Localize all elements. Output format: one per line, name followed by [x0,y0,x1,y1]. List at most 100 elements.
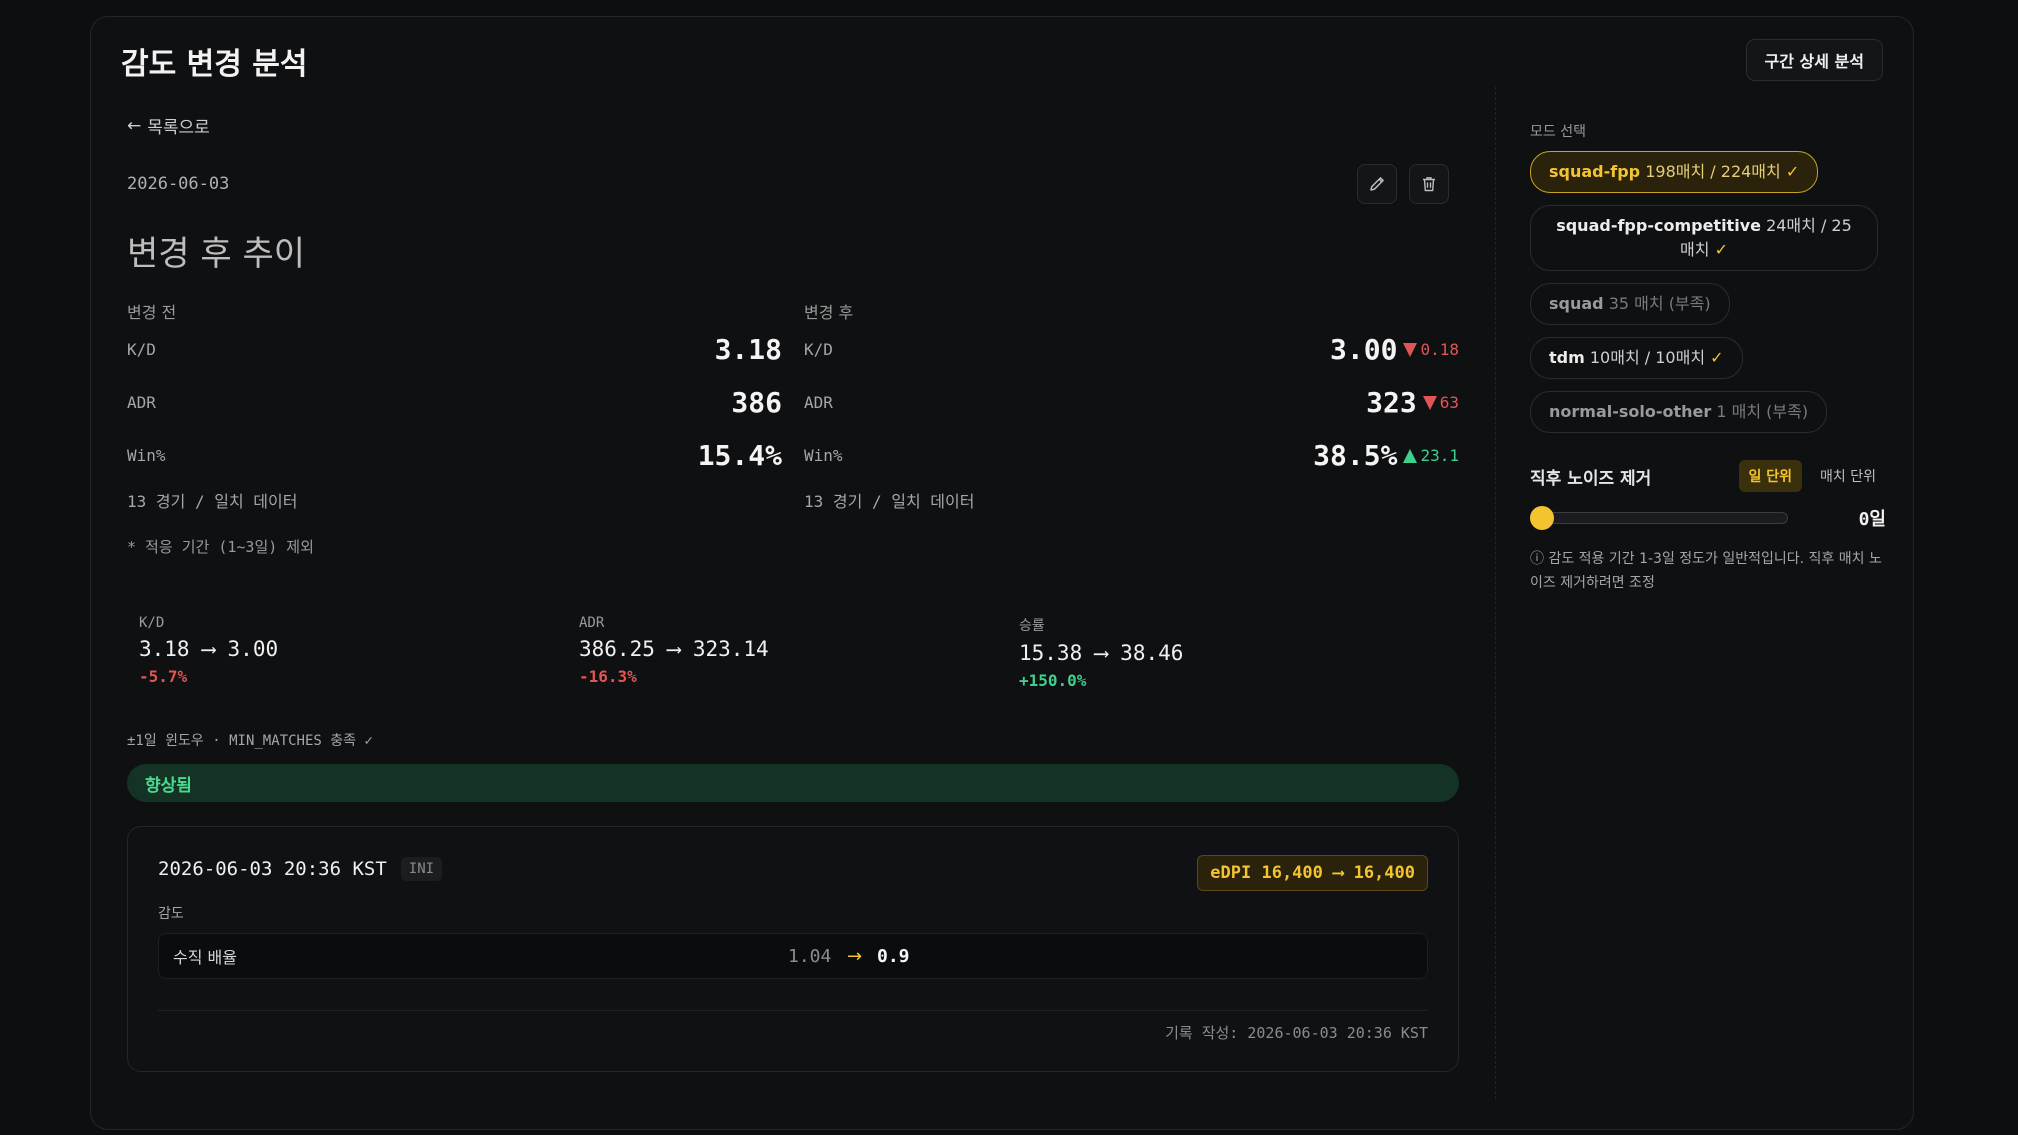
check-icon: ✓ [1785,162,1800,181]
tab-day-unit[interactable]: 일 단위 [1738,460,1803,492]
metric-value-group: 323 63 [1366,386,1459,419]
summary-pct: +150.0% [1019,671,1087,690]
check-icon: ✓ [1710,348,1724,367]
source-badge: INI [400,857,443,881]
arrow-left-icon: ← [127,115,142,136]
sensitivity-label: 감도 [158,906,184,922]
metric-value-group: 3.00 0.18 [1330,333,1459,366]
mode-chips: squad-fpp 198매치 / 224매치 ✓ squad-fpp-comp… [1530,151,1886,433]
noise-slider-thumb[interactable] [1530,506,1554,530]
noise-header: 직후 노이즈 제거 일 단위 매치 단위 [1530,460,1886,492]
after-metric-win: Win% 38.5% 23.1 [804,429,1459,482]
change-summary: K/D 3.18 ⟶ 3.00 -5.7% ADR 386.25 ⟶ 323.1… [127,615,1459,690]
summary-adr: ADR 386.25 ⟶ 323.14 -16.3% [579,615,1019,690]
trash-icon [1423,177,1435,192]
summary-to: 3.00 [227,637,279,661]
chip-name: squad [1549,294,1604,313]
summary-values: 15.38 ⟶ 38.46 [1019,641,1459,665]
chip-count: 1 매치 (부족) [1716,402,1809,421]
before-column: 변경 전 K/D 3.18 ADR 386 Win% 15.4% 13 경기 /… [127,299,782,512]
triangle-down-icon [1422,395,1437,410]
main-content: ← 목록으로 2026-06-03 변경 후 추이 변경 전 K/D 3.18 … [127,113,1459,1072]
back-label: 목록으로 [147,118,210,138]
before-games: 13 경기 / 일치 데이터 [127,492,298,511]
before-heading: 변경 전 [127,303,177,322]
adaptation-footnote: * 적응 기간 (1~3일) 제외 [127,538,314,556]
noise-slider-row: 0일 [1530,503,1886,533]
pencil-icon [1370,177,1384,191]
after-heading: 변경 후 [804,303,854,322]
record-date: 2026-06-03 [127,174,230,194]
summary-values: 3.18 ⟶ 3.00 [139,637,579,661]
change-card: 2026-06-03 20:36 KST INI eDPI 16,400 ⟶ 1… [127,826,1459,1072]
metric-value: 3.00 [1330,333,1398,366]
delta-badge: 0.18 [1403,340,1459,359]
analysis-panel: 감도 변경 분석 구간 상세 분석 ← 목록으로 2026-06-03 변경 후… [90,16,1914,1130]
column-divider [1495,87,1496,1099]
chip-name: squad-fpp-competitive [1556,216,1761,235]
summary-to: 323.14 [692,637,769,661]
chip-count: 10매치 / 10매치 [1589,348,1706,367]
mode-chip-tdm[interactable]: tdm 10매치 / 10매치 ✓ [1530,337,1743,379]
tab-match-unit[interactable]: 매치 단위 [1810,460,1886,492]
back-link[interactable]: ← 목록으로 [127,113,1459,139]
before-metric-kd: K/D 3.18 [127,323,782,376]
delta-value: 63 [1439,393,1459,412]
metric-value: 323 [1366,386,1417,419]
summary-label: 승률 [1019,618,1045,634]
delta-badge: 63 [1422,393,1459,412]
summary-from: 386.25 [579,637,655,661]
summary-to: 38.46 [1120,641,1184,665]
arrow-right-icon: → [847,945,863,967]
summary-pct: -5.7% [139,667,188,686]
after-metric-adr: ADR 323 63 [804,376,1459,429]
sidebar: 모드 선택 squad-fpp 198매치 / 224매치 ✓ squad-fp… [1530,121,1886,595]
edit-button[interactable] [1357,164,1397,204]
sensitivity-row: 수직 배율 1.04 → 0.9 [158,933,1428,979]
chip-name: squad-fpp [1549,162,1641,181]
summary-values: 386.25 ⟶ 323.14 [579,637,1019,661]
metric-value: 15.4% [697,439,782,472]
summary-from: 3.18 [139,637,190,661]
noise-title: 직후 노이즈 제거 [1530,468,1652,489]
summary-pct: -16.3% [579,667,637,686]
metric-value-group: 38.5% 23.1 [1313,439,1459,472]
mode-label: 모드 선택 [1530,124,1586,140]
summary-from: 15.38 [1019,641,1083,665]
mode-chip-squad-fpp-competitive[interactable]: squad-fpp-competitive 24매치 / 25매치 ✓ [1530,205,1878,271]
long-arrow-icon: ⟶ [202,637,228,661]
metric-label: Win% [127,446,166,465]
metric-label: K/D [804,340,833,359]
after-games: 13 경기 / 일치 데이터 [804,492,975,511]
noise-value: 0일 [1858,509,1886,530]
sensitivity-name: 수직 배율 [173,948,237,967]
metric-label: Win% [804,446,843,465]
mode-chip-normal-solo-other[interactable]: normal-solo-other 1 매치 (부족) [1530,391,1828,433]
change-datetime: 2026-06-03 20:36 KST [158,858,387,880]
before-metric-win: Win% 15.4% [127,429,782,482]
delete-button[interactable] [1409,164,1449,204]
long-arrow-icon: ⟶ [1094,641,1121,665]
section-detail-button[interactable]: 구간 상세 분석 [1745,39,1883,81]
after-metric-kd: K/D 3.00 0.18 [804,323,1459,376]
triangle-up-icon [1403,448,1418,463]
long-arrow-icon: ⟶ [667,637,693,661]
page-title: 감도 변경 분석 [121,47,308,82]
card-divider [158,1010,1428,1011]
summary-winrate: 승률 15.38 ⟶ 38.46 +150.0% [1019,615,1459,690]
chip-count: 35 매치 (부족) [1608,294,1711,313]
metric-value: 3.18 [714,333,782,366]
check-icon: ✓ [1714,240,1728,259]
mode-chip-squad[interactable]: squad 35 매치 (부족) [1530,283,1730,325]
triangle-down-icon [1403,342,1418,357]
section-title: 변경 후 추이 [127,234,306,274]
compare-columns: 변경 전 K/D 3.18 ADR 386 Win% 15.4% 13 경기 /… [127,299,1459,512]
mode-chip-squad-fpp[interactable]: squad-fpp 198매치 / 224매치 ✓ [1530,151,1819,193]
metric-value: 386 [731,386,782,419]
metric-value: 38.5% [1313,439,1398,472]
delta-value: 0.18 [1420,340,1459,359]
noise-slider-track[interactable] [1530,512,1788,524]
summary-label: ADR [579,615,605,631]
chip-name: normal-solo-other [1549,402,1712,421]
recorded-at: 기록 작성: 2026-06-03 20:36 KST [1165,1024,1428,1042]
